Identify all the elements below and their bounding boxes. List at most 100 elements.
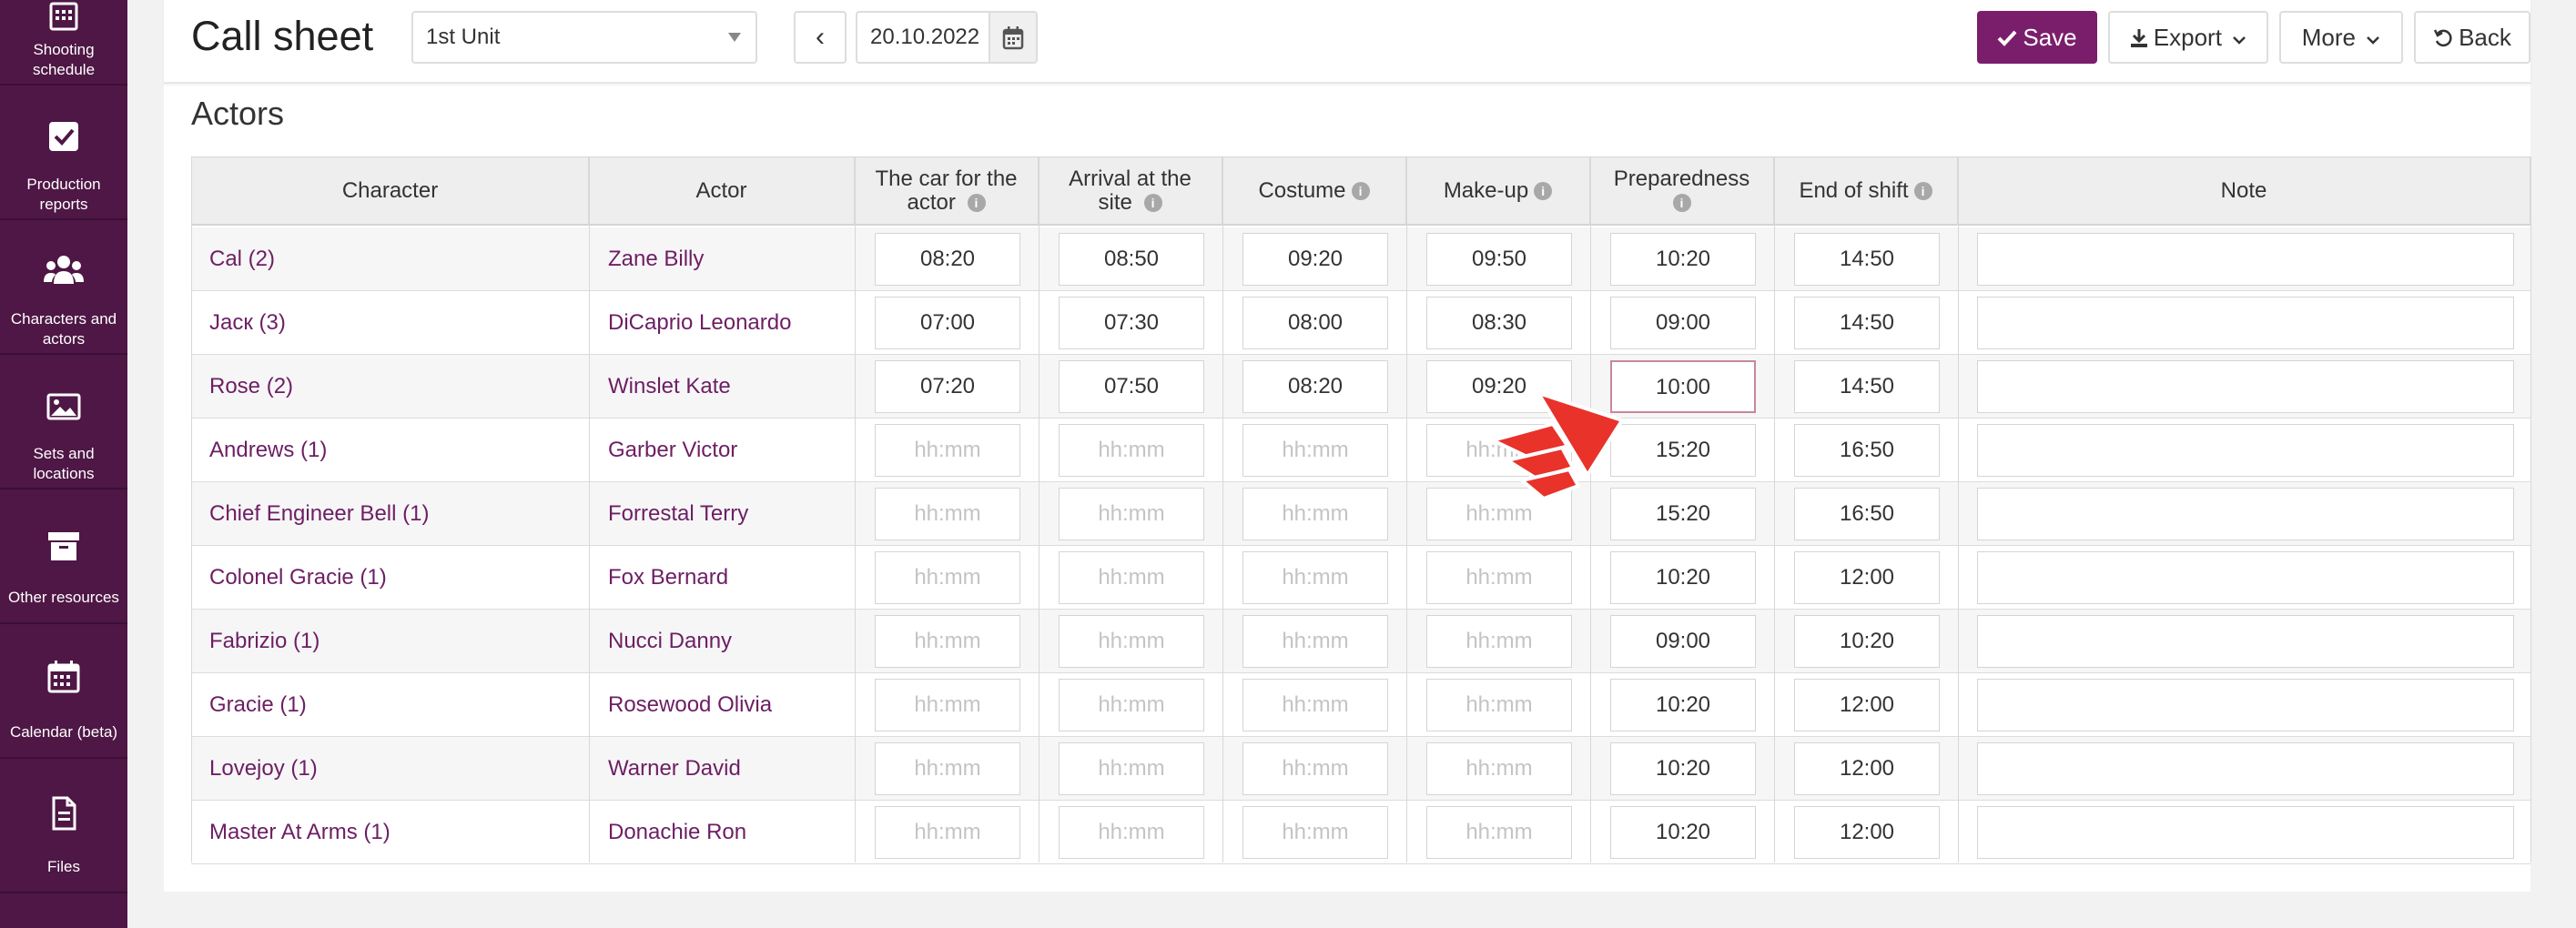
time-input-end[interactable]: 16:50 [1794,424,1940,477]
actor-link[interactable]: Rosewood Olivia [608,673,772,737]
time-input-costume[interactable]: hh:mm [1242,742,1388,795]
time-input-costume[interactable]: 08:20 [1242,360,1388,413]
time-input-costume[interactable]: hh:mm [1242,424,1388,477]
time-input-end[interactable]: 14:50 [1794,297,1940,349]
sidebar-item-shooting-schedule[interactable]: Shooting schedule [0,0,127,86]
time-input-car[interactable]: hh:mm [875,615,1020,668]
character-link[interactable]: Colonel Gracie (1) [209,546,387,610]
time-input-makeup[interactable]: 09:50 [1426,233,1572,286]
sidebar-item-calendar[interactable]: Calendar (beta) [0,626,127,759]
time-input-costume[interactable]: hh:mm [1242,615,1388,668]
time-input-arrival[interactable]: hh:mm [1059,424,1204,477]
character-link[interactable]: Andrews (1) [209,419,327,482]
time-input-makeup[interactable]: hh:mm [1426,679,1572,731]
time-input-car[interactable]: hh:mm [875,551,1020,604]
time-input-prep[interactable]: 09:00 [1610,615,1756,668]
note-input[interactable] [1977,742,2514,795]
time-input-car[interactable]: hh:mm [875,424,1020,477]
time-input-makeup[interactable]: hh:mm [1426,742,1572,795]
time-input-car[interactable]: hh:mm [875,742,1020,795]
note-input[interactable] [1977,424,2514,477]
time-input-car[interactable]: 08:20 [875,233,1020,286]
sidebar-item-characters-and-actors[interactable]: Characters and actors [0,222,127,355]
time-input-makeup[interactable]: hh:mm [1426,806,1572,859]
time-input-costume[interactable]: hh:mm [1242,806,1388,859]
time-input-prep[interactable]: 10:20 [1610,233,1756,286]
actor-link[interactable]: Winslet Kate [608,355,731,419]
sidebar-item-production-reports[interactable]: Production reports [0,87,127,220]
time-input-end[interactable]: 12:00 [1794,679,1940,731]
note-input[interactable] [1977,488,2514,540]
time-input-end[interactable]: 10:20 [1794,615,1940,668]
time-input-costume[interactable]: 08:00 [1242,297,1388,349]
time-input-car[interactable]: 07:20 [875,360,1020,413]
time-input-prep[interactable]: 10:00 [1610,360,1756,413]
time-input-prep[interactable]: 10:20 [1610,742,1756,795]
time-input-costume[interactable]: hh:mm [1242,488,1388,540]
time-input-costume[interactable]: hh:mm [1242,679,1388,731]
character-link[interactable]: Jacк (3) [209,291,286,355]
time-input-prep[interactable]: 15:20 [1610,424,1756,477]
character-link[interactable]: Lovejoy (1) [209,737,318,801]
time-input-end[interactable]: 14:50 [1794,233,1940,286]
character-link[interactable]: Rose (2) [209,355,293,419]
character-link[interactable]: Master At Arms (1) [209,801,390,864]
time-input-prep[interactable]: 10:20 [1610,679,1756,731]
actor-link[interactable]: Zane Billy [608,227,704,291]
note-input[interactable] [1977,679,2514,731]
time-input-arrival[interactable]: hh:mm [1059,615,1204,668]
time-input-makeup[interactable]: hh:mm [1426,615,1572,668]
unit-select[interactable]: 1st Unit [411,11,757,64]
sidebar-item-files[interactable]: Files [0,761,127,893]
time-input-arrival[interactable]: hh:mm [1059,488,1204,540]
time-input-arrival[interactable]: hh:mm [1059,551,1204,604]
date-picker-button[interactable] [989,11,1038,64]
time-input-end[interactable]: 14:50 [1794,360,1940,413]
time-input-prep[interactable]: 10:20 [1610,806,1756,859]
time-input-costume[interactable]: hh:mm [1242,551,1388,604]
sidebar-item-other-resources[interactable]: Other resources [0,491,127,624]
time-input-prep[interactable]: 09:00 [1610,297,1756,349]
previous-date-button[interactable]: ‹ [794,11,847,64]
export-button[interactable]: Export [2108,11,2268,64]
time-input-arrival[interactable]: hh:mm [1059,679,1204,731]
character-link[interactable]: Gracie (1) [209,673,307,737]
time-input-car[interactable]: 07:00 [875,297,1020,349]
sidebar-item-sets-and-locations[interactable]: Sets and locations [0,357,127,489]
note-input[interactable] [1977,297,2514,349]
actor-link[interactable]: Forrestal Terry [608,482,748,546]
actor-link[interactable]: Donachie Ron [608,801,746,864]
time-input-end[interactable]: 12:00 [1794,742,1940,795]
save-button[interactable]: Save [1977,11,2097,64]
time-input-costume[interactable]: 09:20 [1242,233,1388,286]
date-input[interactable]: 20.10.2022 [856,11,989,64]
back-button[interactable]: Back [2414,11,2530,64]
note-input[interactable] [1977,551,2514,604]
time-input-end[interactable]: 16:50 [1794,488,1940,540]
actor-link[interactable]: Garber Victor [608,419,737,482]
time-input-prep[interactable]: 15:20 [1610,488,1756,540]
time-input-car[interactable]: hh:mm [875,679,1020,731]
actor-link[interactable]: Warner David [608,737,741,801]
character-link[interactable]: Chief Engineer Bell (1) [209,482,429,546]
time-input-prep[interactable]: 10:20 [1610,551,1756,604]
character-link[interactable]: Cal (2) [209,227,275,291]
time-input-arrival[interactable]: 07:30 [1059,297,1204,349]
note-input[interactable] [1977,360,2514,413]
note-input[interactable] [1977,806,2514,859]
character-link[interactable]: Fabrizio (1) [209,610,319,673]
time-input-arrival[interactable]: 07:50 [1059,360,1204,413]
actor-link[interactable]: Nucci Danny [608,610,732,673]
time-input-end[interactable]: 12:00 [1794,551,1940,604]
note-input[interactable] [1977,615,2514,668]
time-input-arrival[interactable]: hh:mm [1059,806,1204,859]
time-input-makeup[interactable]: hh:mm [1426,551,1572,604]
note-input[interactable] [1977,233,2514,286]
time-input-car[interactable]: hh:mm [875,488,1020,540]
time-input-car[interactable]: hh:mm [875,806,1020,859]
time-input-makeup[interactable]: 08:30 [1426,297,1572,349]
actor-link[interactable]: DiCaprio Leonardo [608,291,791,355]
actor-link[interactable]: Fox Bernard [608,546,728,610]
time-input-arrival[interactable]: 08:50 [1059,233,1204,286]
more-button[interactable]: More [2279,11,2403,64]
